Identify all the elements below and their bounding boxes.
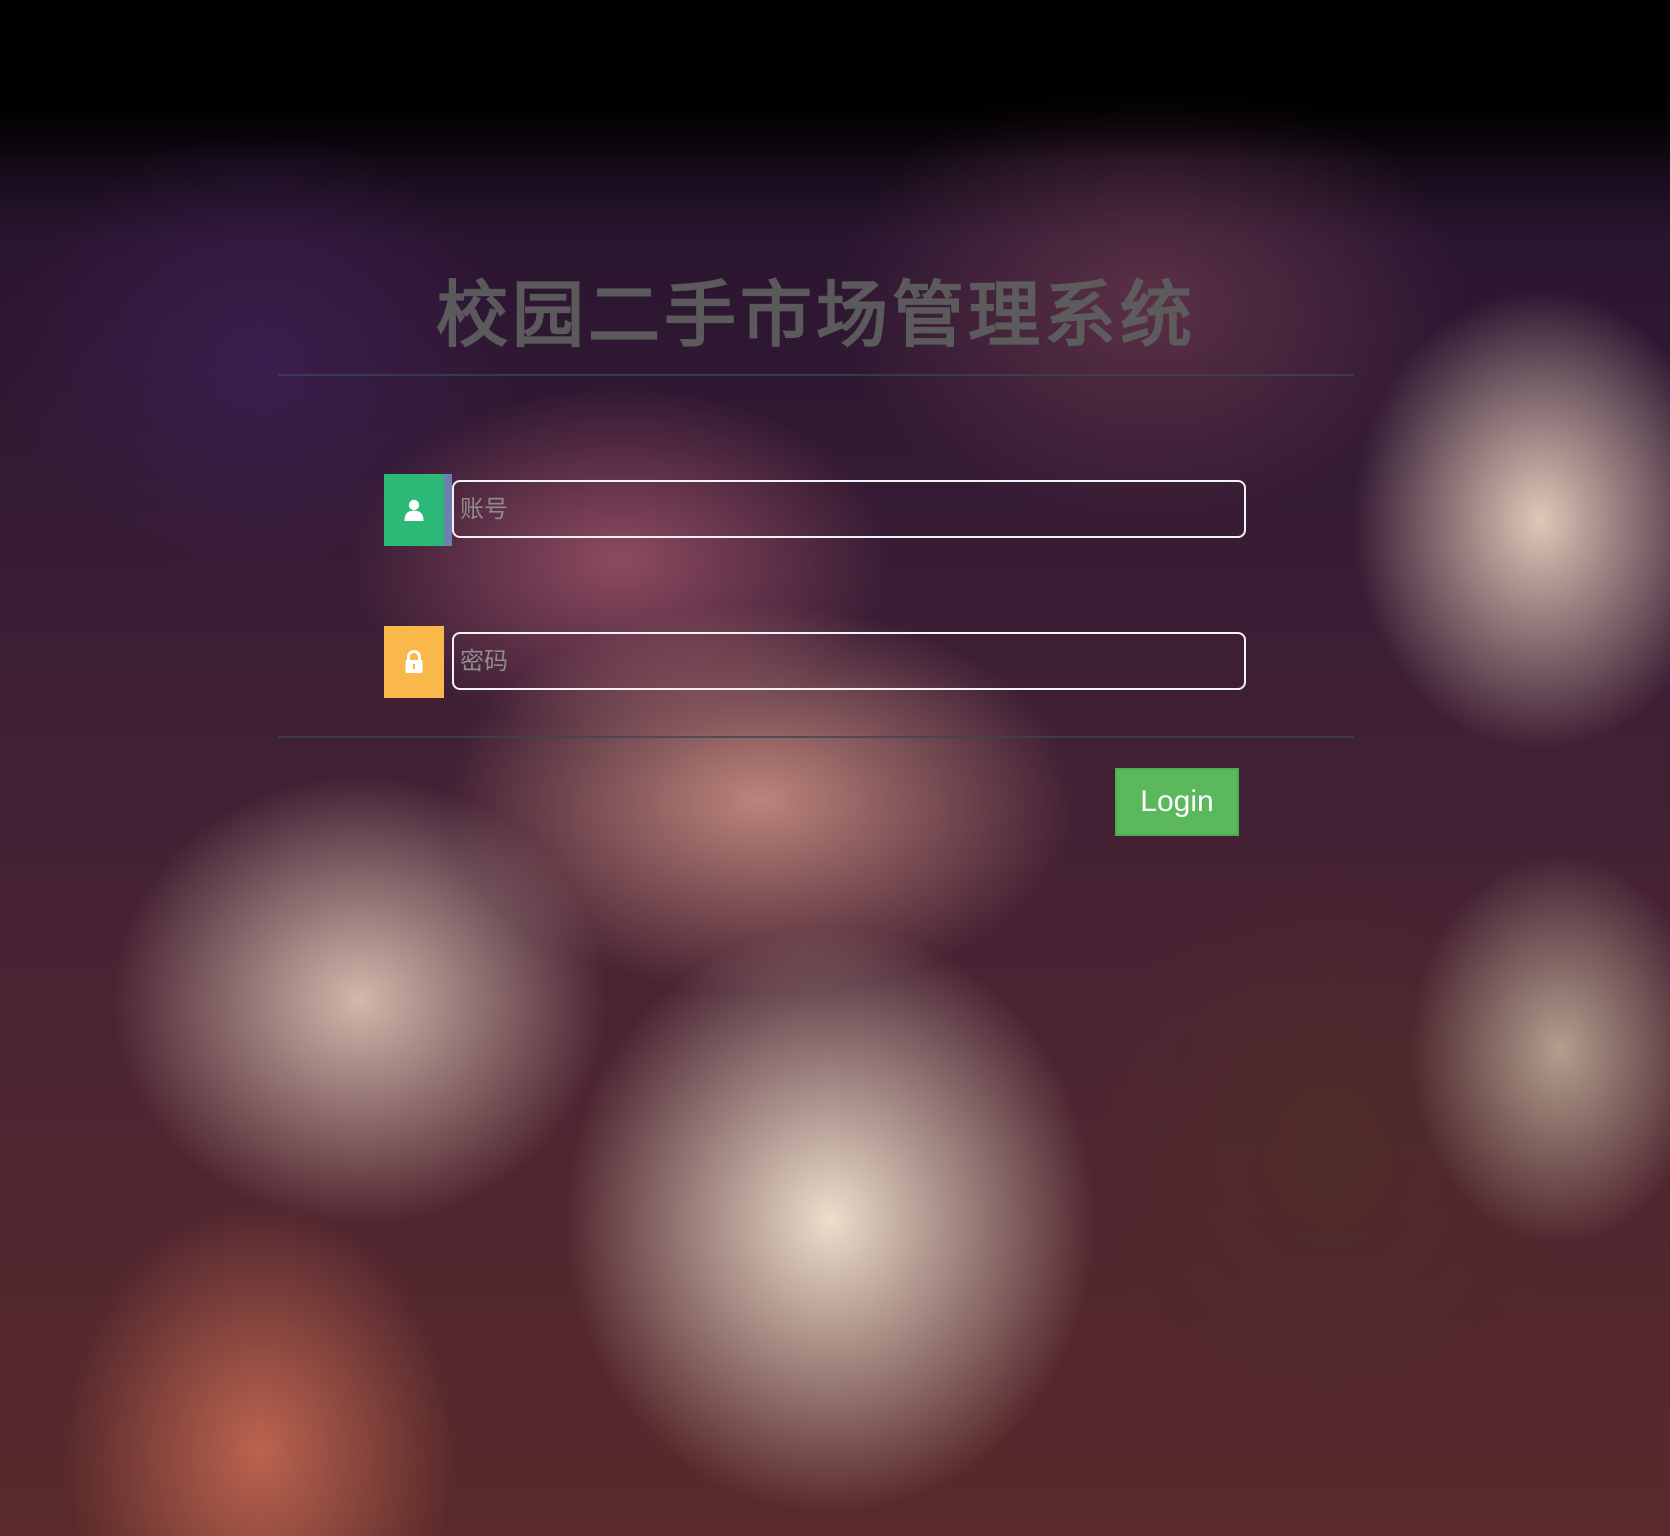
password-row — [384, 626, 1254, 698]
form-divider — [278, 736, 1354, 738]
top-dark-band — [0, 0, 1670, 160]
title-divider — [278, 374, 1354, 376]
username-row — [384, 474, 1254, 546]
login-button[interactable]: Login — [1115, 768, 1239, 836]
blurred-background-image — [0, 0, 1670, 1536]
lock-icon — [384, 626, 444, 698]
login-page: 校园二手市场管理系统 Login — [0, 0, 1670, 1536]
page-title: 校园二手市场管理系统 — [435, 273, 1196, 357]
user-icon — [384, 474, 452, 546]
password-field[interactable] — [452, 632, 1246, 690]
username-field[interactable] — [452, 480, 1246, 538]
login-panel: 校园二手市场管理系统 Login — [278, 250, 1354, 836]
